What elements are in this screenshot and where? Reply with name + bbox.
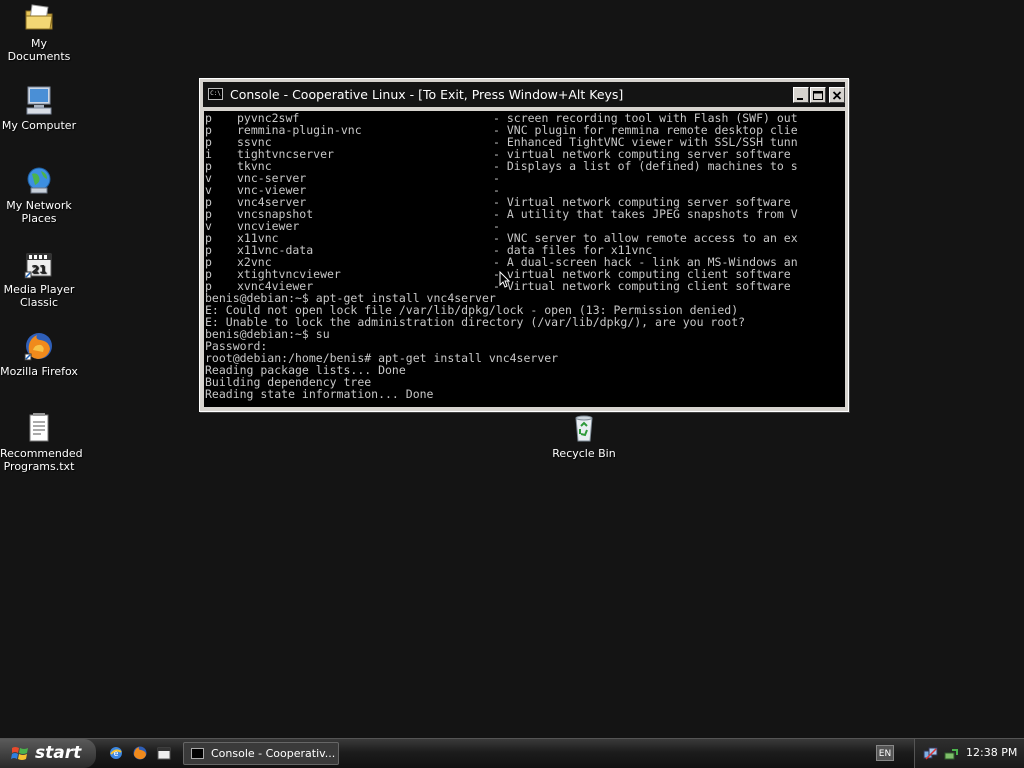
terminal-output-line: benis@debian:~$ su xyxy=(205,327,330,341)
media-player-icon: 21 xyxy=(24,253,52,279)
desktop-icon-media-player-classic[interactable]: 21 Media Player Classic xyxy=(0,248,78,309)
network-places-icon xyxy=(27,167,51,194)
language-indicator[interactable]: EN xyxy=(876,745,894,761)
terminal-output-line: Reading state information... Done xyxy=(205,387,434,401)
desktop-icon-mozilla-firefox[interactable]: Mozilla Firefox xyxy=(0,330,78,378)
quicklaunch-ie-icon[interactable]: e xyxy=(108,745,124,761)
taskbar: start e Console - Cooperativ... EN 12:38… xyxy=(0,738,1024,768)
console-titlebar[interactable]: C:\ Console - Cooperative Linux - [To Ex… xyxy=(203,82,845,107)
text-file-icon xyxy=(29,413,49,442)
close-button[interactable] xyxy=(829,87,845,103)
desktop-icon-label: My Documents xyxy=(7,37,71,63)
windows-logo-icon xyxy=(11,747,28,760)
desktop-icon-label: My Computer xyxy=(1,119,77,132)
terminal-package-row: p vncsnapshot - A utility that takes JPEG … xyxy=(205,208,845,220)
desktop-icon-my-computer[interactable]: My Computer xyxy=(0,84,78,132)
minimize-icon xyxy=(797,98,803,100)
desktop-icon-label: My Network Places xyxy=(6,199,72,225)
start-button[interactable]: start xyxy=(0,739,96,768)
console-taskbar-icon xyxy=(191,748,204,759)
package-description: - A utility that takes JPEG snapshots fr… xyxy=(493,207,798,221)
taskbar-console-label: Console - Cooperativ... xyxy=(211,747,336,760)
desktop-icon-recycle-bin[interactable]: Recycle Bin xyxy=(545,412,623,460)
quicklaunch-media-player-icon[interactable] xyxy=(156,745,172,761)
console-title: Console - Cooperative Linux - [To Exit, … xyxy=(230,87,624,102)
taskbar-console-button[interactable]: Console - Cooperativ... xyxy=(183,742,339,765)
desktop-icon-label: Recommended Programs.txt xyxy=(0,447,83,473)
folder-documents-icon xyxy=(25,4,53,30)
desktop-icon-recommended-programs[interactable]: Recommended Programs.txt xyxy=(0,412,83,473)
svg-text:21: 21 xyxy=(31,263,46,276)
firefox-icon xyxy=(24,333,52,361)
svg-text:e: e xyxy=(114,749,119,758)
desktop-icon-my-documents[interactable]: My Documents xyxy=(0,2,78,63)
console-app-icon: C:\ xyxy=(208,88,223,100)
minimize-button[interactable] xyxy=(793,87,809,103)
package-description: - Virtual network computing client softw… xyxy=(493,279,791,293)
maximize-button[interactable] xyxy=(810,87,826,103)
console-window[interactable]: C:\ Console - Cooperative Linux - [To Ex… xyxy=(199,78,849,412)
clock[interactable]: 12:38 PM xyxy=(966,746,1017,759)
quicklaunch-firefox-icon[interactable] xyxy=(132,745,148,761)
safely-remove-hardware-icon[interactable] xyxy=(943,746,959,762)
desktop-icon-my-network-places[interactable]: My Network Places xyxy=(0,164,78,225)
terminal-output[interactable]: p pyvnc2swf - screen recording tool with F… xyxy=(204,111,845,407)
maximize-icon xyxy=(813,91,823,100)
package-description: - Displays a list of (defined) machines … xyxy=(493,159,798,173)
close-icon xyxy=(832,91,842,100)
start-label: start xyxy=(35,743,82,763)
desktop-icon-label: Media Player Classic xyxy=(3,283,75,309)
network-connection-icon[interactable] xyxy=(923,746,939,762)
recycle-bin-icon xyxy=(575,415,593,442)
desktop-icon-label: Recycle Bin xyxy=(552,447,616,460)
desktop-icon-label: Mozilla Firefox xyxy=(0,365,78,378)
mouse-cursor-icon xyxy=(499,271,511,288)
computer-icon xyxy=(26,86,52,115)
